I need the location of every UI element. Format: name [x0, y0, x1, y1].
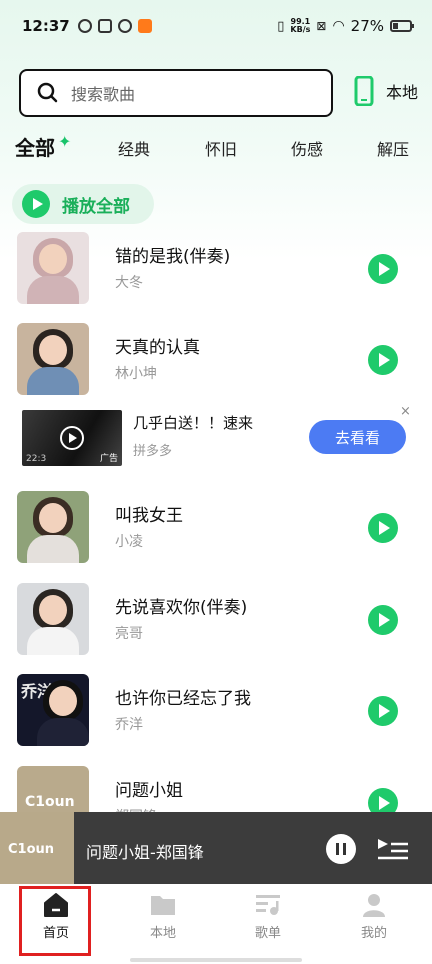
song-cover — [17, 323, 89, 395]
battery-percent: 27% — [350, 17, 384, 35]
play-all-button[interactable]: 播放全部 — [12, 184, 154, 224]
ad-action-button[interactable]: 去看看 — [309, 420, 406, 454]
ad-source: 拼多多 — [133, 444, 173, 459]
status-time: 12:37 — [22, 17, 70, 35]
tab-all[interactable]: 全部 — [15, 132, 55, 161]
song-title: 错的是我(伴奏) — [115, 247, 231, 267]
song-artist: 乔洋 — [115, 717, 143, 733]
net-speed: 99.1 KB/s — [290, 18, 310, 34]
song-item[interactable]: 天真的认真 林小坤 — [0, 323, 432, 395]
search-box[interactable]: 搜索歌曲 — [19, 69, 333, 117]
ad-close-icon[interactable]: × — [400, 404, 411, 419]
song-item[interactable]: 先说喜欢你(伴奏) 亮哥 — [0, 583, 432, 655]
app-badge-icon — [137, 19, 152, 33]
nav-label: 歌单 — [254, 926, 281, 941]
net-speed-unit: KB/s — [290, 25, 311, 34]
nav-playlist[interactable]: 歌单 — [214, 884, 322, 964]
play-icon — [22, 190, 50, 218]
status-notification-icons — [77, 19, 152, 33]
song-play-button[interactable] — [368, 345, 398, 375]
link-icon — [117, 19, 132, 33]
song-title: 问题小姐 — [115, 781, 183, 801]
category-tabs: 全部 ✦ 经典 怀旧 伤感 解压 — [0, 132, 432, 162]
message-icon — [97, 19, 112, 33]
song-cover — [17, 232, 89, 304]
ad-tag: 广告 — [99, 454, 118, 464]
tab-classic[interactable]: 经典 — [118, 136, 150, 160]
tab-relax[interactable]: 解压 — [377, 136, 409, 160]
folder-icon — [151, 896, 175, 915]
video-play-icon — [60, 426, 84, 450]
status-bar: 12:37 ▯ 99.1 KB/s ⊠ ◠ 27% — [0, 0, 432, 52]
nav-label: 我的 — [360, 926, 387, 941]
song-play-button[interactable] — [368, 696, 398, 726]
now-playing-title: 问题小姐-郑国锋 — [86, 843, 204, 862]
song-artist: 亮哥 — [115, 626, 143, 642]
song-item[interactable]: 错的是我(伴奏) 大冬 — [0, 232, 432, 304]
sparkle-icon: ✦ — [58, 132, 72, 151]
song-title: 也许你已经忘了我 — [115, 689, 251, 709]
play-all-label: 播放全部 — [62, 196, 130, 217]
nav-label: 本地 — [149, 926, 176, 941]
search-placeholder: 搜索歌曲 — [71, 85, 136, 104]
song-cover — [17, 583, 89, 655]
now-playing-cover-text: C1oun — [8, 842, 55, 857]
playlist-icon — [256, 895, 280, 915]
local-music-button[interactable]: 本地 — [354, 76, 418, 106]
playlist-queue-icon[interactable] — [377, 838, 409, 860]
song-cover: 乔洋 — [17, 674, 89, 746]
wifi-icon: ◠ — [332, 18, 345, 34]
ad-banner[interactable]: 22:3 广告 几乎白送！！速来 拼多多 去看看 × — [0, 404, 432, 468]
nav-local[interactable]: 本地 — [109, 884, 217, 964]
search-icon — [37, 82, 58, 103]
ad-duration: 22:3 — [26, 454, 47, 464]
ad-video-thumbnail[interactable]: 22:3 广告 — [22, 410, 122, 466]
home-highlight-box — [19, 886, 91, 956]
song-artist: 大冬 — [115, 275, 143, 291]
song-title: 天真的认真 — [115, 338, 200, 358]
song-play-button[interactable] — [368, 254, 398, 284]
gesture-bar — [130, 958, 302, 962]
now-playing-cover: C1oun — [0, 812, 74, 886]
tab-sad[interactable]: 伤感 — [291, 136, 323, 160]
vibrate-icon: ▯ — [277, 18, 285, 34]
song-item[interactable]: 叫我女王 小凌 — [0, 491, 432, 563]
sim-off-icon: ⊠ — [316, 19, 327, 33]
battery-icon — [390, 20, 414, 32]
tab-nostalgia[interactable]: 怀旧 — [205, 136, 237, 160]
phone-icon — [354, 76, 374, 106]
song-item[interactable]: 乔洋 也许你已经忘了我 乔洋 — [0, 674, 432, 746]
song-artist: 小凌 — [115, 534, 143, 550]
song-title: 先说喜欢你(伴奏) — [115, 598, 248, 618]
cover-lettering: C1oun — [25, 794, 75, 810]
user-icon — [363, 894, 385, 917]
song-play-button[interactable] — [368, 605, 398, 635]
song-cover — [17, 491, 89, 563]
pause-button[interactable] — [326, 834, 356, 864]
ad-title: 几乎白送！！速来 — [133, 414, 254, 432]
local-music-label: 本地 — [386, 83, 419, 102]
song-play-button[interactable] — [368, 513, 398, 543]
song-artist: 林小坤 — [115, 366, 157, 382]
nav-mine[interactable]: 我的 — [320, 884, 428, 964]
now-playing-bar[interactable]: C1oun 问题小姐-郑国锋 — [0, 812, 432, 886]
song-title: 叫我女王 — [115, 506, 183, 526]
app-notification-icon — [77, 19, 92, 33]
status-right: ▯ 99.1 KB/s ⊠ ◠ 27% — [277, 17, 414, 35]
